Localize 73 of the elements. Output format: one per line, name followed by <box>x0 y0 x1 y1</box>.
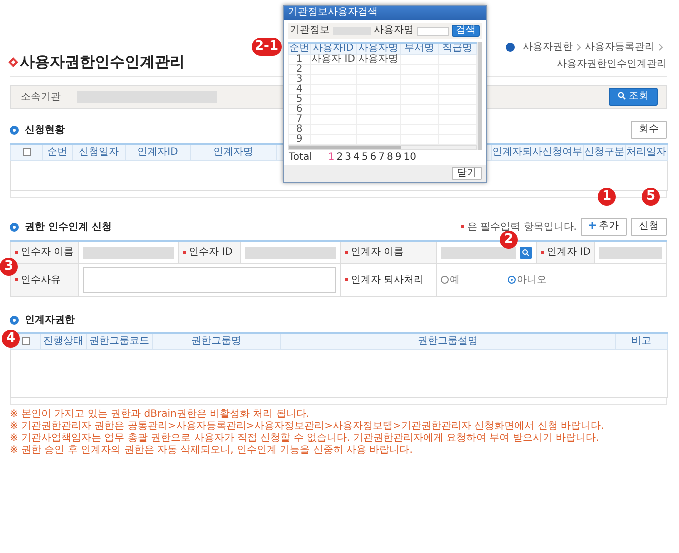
column-header: 권한그룹코드 <box>90 336 150 347</box>
table-cell: 6 <box>296 104 303 115</box>
page-link[interactable]: 5 <box>362 153 368 163</box>
field-label: 인수사유 <box>21 274 61 286</box>
table-cell: 1 <box>296 54 303 65</box>
table-cell: 3 <box>296 74 303 85</box>
search-button[interactable]: 검색 <box>452 25 480 37</box>
column-header: 순번 <box>48 147 68 158</box>
field-label: 인수자 ID <box>189 247 233 258</box>
column-header: 신청일자 <box>79 147 119 158</box>
column-header: 순번 <box>290 44 310 54</box>
note-text: ※ 본인이 가지고 있는 권한과 dBrain권한은 비활성화 처리 됩니다. <box>10 409 311 421</box>
column-header: 인계자명 <box>214 147 254 158</box>
field-label: 소속기관 <box>21 90 62 104</box>
page-link[interactable]: 8 <box>386 153 394 163</box>
recall-button[interactable]: 회수 <box>631 121 667 139</box>
section-title: 인계자권한 <box>25 314 75 328</box>
radio-option[interactable]: 아니오 <box>517 274 547 286</box>
page-link[interactable]: 4 <box>353 153 360 163</box>
column-header: 신청구분 <box>584 147 624 158</box>
column-header: 사용자명 <box>358 44 398 54</box>
field-label: 사용자명 <box>374 26 414 36</box>
table-cell: 5 <box>296 94 303 105</box>
column-header: 사용자ID <box>313 44 354 54</box>
column-header: 권한그룹명 <box>192 336 242 347</box>
table-cell: 사용자 ID <box>312 54 356 65</box>
table-cell: 8 <box>296 124 303 135</box>
note-text: ※ 권한 승인 후 인계자의 권한은 자동 삭제되오니, 인수인계 기능을 신중히 사용 바랍니다. <box>10 445 414 457</box>
step-badge: 2-1 <box>252 38 282 56</box>
radio-option[interactable]: 예 <box>450 274 460 286</box>
column-header: 인계자ID <box>138 147 178 158</box>
column-header: 처리일자 <box>626 147 666 158</box>
field-label: 인계자 ID <box>547 247 591 258</box>
column-header: 권한그룹설명 <box>418 336 478 347</box>
page-link[interactable]: 3 <box>345 153 352 163</box>
table-cell: 2 <box>296 64 303 75</box>
close-button[interactable]: 닫기 <box>452 167 482 180</box>
table-cell: 9 <box>296 134 303 145</box>
table-cell: 사용자명 <box>358 54 398 65</box>
page-link[interactable]: 6 <box>370 153 377 163</box>
column-header: 비고 <box>632 336 652 347</box>
add-button[interactable]: 추가 <box>581 218 627 236</box>
step-badge: 5 <box>642 188 660 206</box>
note-text: ※ 기관사업책임자는 업무 총괄 권한으로 사용자가 직접 신청할 수 없습니다. 기관권한관리자에게 요청하여 부여 받으시기 바랍니다. <box>10 433 600 445</box>
popup-title: 기관정보사용자검색 <box>284 6 486 20</box>
column-header: 인계자퇴사신청여부 <box>492 147 582 158</box>
column-header: 직급명 <box>442 44 472 54</box>
step-badge: 3 <box>0 258 18 276</box>
page-link[interactable]: 7 <box>378 153 385 163</box>
page-title: 사용자권한인수인계관리 <box>20 52 185 72</box>
page-link[interactable]: 10 <box>404 153 416 163</box>
column-header: 부서명 <box>404 44 434 54</box>
section-title: 신청현황 <box>25 124 65 138</box>
column-header: 진행상태 <box>44 336 84 347</box>
apply-button[interactable]: 신청 <box>631 218 667 236</box>
total-label: Total <box>289 153 312 163</box>
page-link[interactable]: 2 <box>336 153 344 163</box>
breadcrumb-link[interactable]: 사용자권한인수인계관리 <box>557 57 667 72</box>
breadcrumb-link[interactable]: 사용자등록관리 <box>585 40 655 55</box>
note-text: ※ 기관권한관리자 권한은 공통관리>사용자등록관리>사용자정보관리>사용자정보탭>기관권한관리자 신청화면에서 신청 바랍니다. <box>10 421 606 433</box>
step-badge: 2 <box>500 231 518 249</box>
field-label: 기관정보 <box>290 26 330 36</box>
section-title: 권한 인수인계 신청 <box>25 220 112 234</box>
breadcrumb-link[interactable]: 사용자권한 <box>523 40 573 55</box>
field-label: 인수자 이름 <box>21 247 74 258</box>
table-cell: 4 <box>296 84 303 95</box>
search-button[interactable]: 조회 <box>609 88 658 106</box>
field-label: 인계자 이름 <box>351 247 404 258</box>
field-label: 인계자 퇴사처리 <box>351 274 424 286</box>
table-cell: 7 <box>296 114 303 125</box>
step-badge: 1 <box>598 188 616 206</box>
page-link[interactable]: 9 <box>395 153 402 163</box>
step-badge: 4 <box>2 330 20 348</box>
